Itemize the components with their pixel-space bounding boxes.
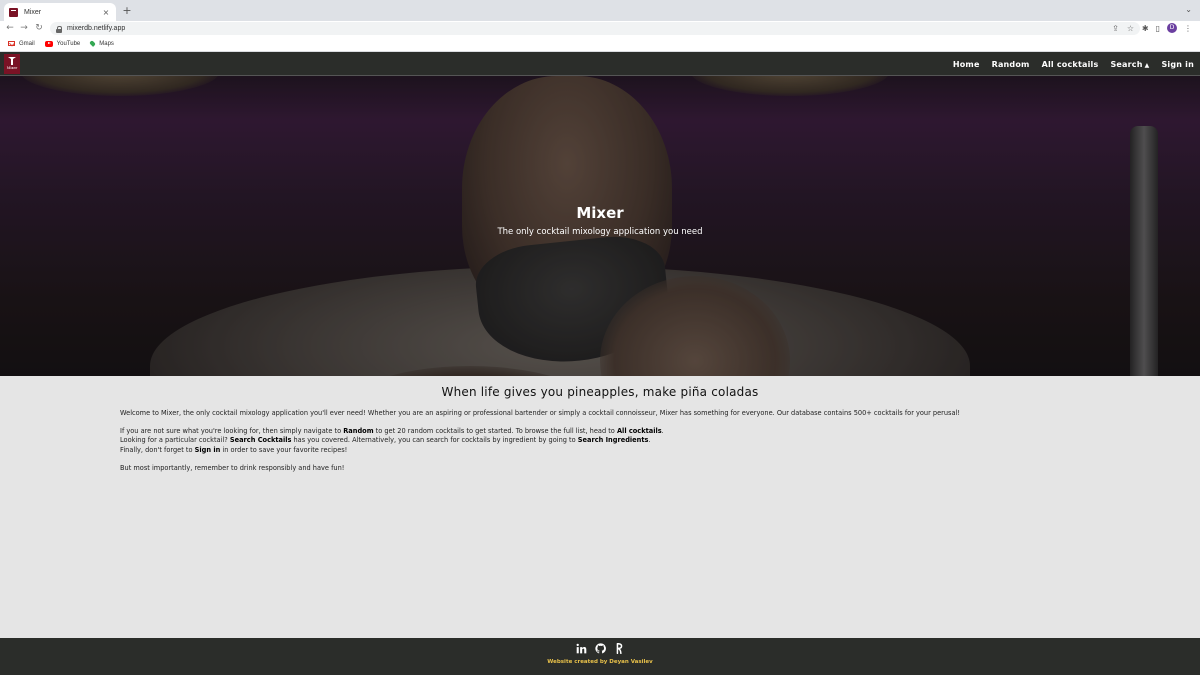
mixer-logo[interactable]: Mixer [4, 54, 20, 74]
browser-tab-mixer[interactable]: Mixer × [4, 3, 116, 21]
intro-paragraph: Welcome to Mixer, the only cocktail mixo… [120, 409, 961, 417]
reload-icon[interactable]: ↻ [33, 22, 45, 35]
page-heading: When life gives you pineapples, make piñ… [441, 385, 759, 399]
url-text: mixerdb.netlify.app [67, 25, 126, 32]
bookmark-label: Gmail [19, 40, 35, 47]
nav-search-dropdown[interactable]: Search ▲ [1110, 60, 1149, 69]
back-arrow-icon[interactable]: ← [4, 22, 16, 35]
site-footer: Website created by Deyan Vasilev [0, 638, 1200, 675]
hero-subtitle: The only cocktail mixology application y… [497, 227, 703, 237]
random-paragraph: If you are not sure what you're looking … [120, 427, 664, 436]
all-cocktails-link[interactable]: All cocktails [617, 427, 662, 435]
extensions-icon[interactable]: ✱ [1142, 24, 1149, 33]
sign-in-paragraph: Finally, don't forget to Sign in in orde… [120, 445, 348, 454]
search-ingredients-link[interactable]: Search Ingredients [578, 436, 649, 444]
nav-search-label: Search [1110, 59, 1143, 69]
profile-avatar[interactable]: D [1167, 23, 1177, 33]
caret-up-icon: ▲ [1144, 61, 1150, 69]
nav-sign-in[interactable]: Sign in [1161, 60, 1194, 69]
forward-arrow-icon[interactable]: → [18, 22, 30, 35]
main-content: When life gives you pineapples, make piñ… [120, 385, 1080, 473]
browser-menu-icon[interactable]: ⋮ [1184, 24, 1192, 33]
bookmarks-bar: Gmail YouTube Maps [0, 36, 1200, 52]
lock-icon [56, 25, 62, 33]
nav-random[interactable]: Random [992, 60, 1030, 69]
browser-tabstrip: Mixer × + ⌄ [0, 0, 1200, 21]
bookmark-star-icon[interactable]: ☆ [1127, 23, 1134, 34]
site-navbar: Mixer Home Random All cocktails Search ▲ … [0, 52, 1200, 76]
tab-title: Mixer [24, 8, 42, 16]
bookmark-youtube[interactable]: YouTube [44, 40, 81, 47]
github-icon[interactable] [594, 643, 606, 654]
bookmark-maps[interactable]: Maps [89, 40, 114, 47]
footer-credit: Website created by Deyan Vasilev [547, 659, 653, 665]
search-cocktails-link[interactable]: Search Cocktails [230, 436, 292, 444]
address-bar[interactable]: mixerdb.netlify.app ⇪ ☆ [50, 22, 1140, 35]
mixer-favicon-icon [9, 7, 18, 17]
closing-paragraph: But most importantly, remember to drink … [120, 463, 345, 472]
maps-icon [89, 40, 97, 47]
gmail-icon [8, 41, 15, 46]
new-tab-button[interactable]: + [121, 4, 133, 18]
share-icon[interactable]: ⇪ [1112, 23, 1119, 34]
side-panel-icon[interactable]: ▯ [1156, 24, 1160, 33]
sign-in-link[interactable]: Sign in [195, 446, 221, 454]
nav-all-cocktails[interactable]: All cocktails [1042, 60, 1099, 69]
tab-search-chevron-icon[interactable]: ⌄ [1185, 5, 1192, 14]
logo-text: Mixer [6, 66, 18, 70]
hero-dim-overlay [0, 76, 1200, 376]
search-paragraph: Looking for a particular cocktail? Searc… [120, 436, 651, 445]
youtube-icon [44, 40, 53, 47]
browser-toolbar: ← → ↻ mixerdb.netlify.app ⇪ ☆ ✱ ▯ D ⋮ [0, 21, 1200, 36]
nav-links: Home Random All cocktails Search ▲ Sign i… [953, 52, 1194, 76]
bookmark-label: Maps [99, 40, 114, 47]
tab-close-icon[interactable]: × [101, 8, 111, 17]
footer-social-icons [0, 643, 1200, 654]
bookmark-gmail[interactable]: Gmail [8, 41, 35, 47]
bookmark-label: YouTube [56, 40, 81, 47]
random-link[interactable]: Random [343, 427, 373, 435]
nav-home[interactable]: Home [953, 60, 980, 69]
hero-banner: Mixer The only cocktail mixology applica… [0, 76, 1200, 376]
portfolio-icon[interactable] [614, 643, 625, 654]
cocktail-glass-icon [8, 57, 16, 65]
linkedin-icon[interactable] [576, 643, 587, 654]
hero-title: Mixer [576, 204, 624, 222]
